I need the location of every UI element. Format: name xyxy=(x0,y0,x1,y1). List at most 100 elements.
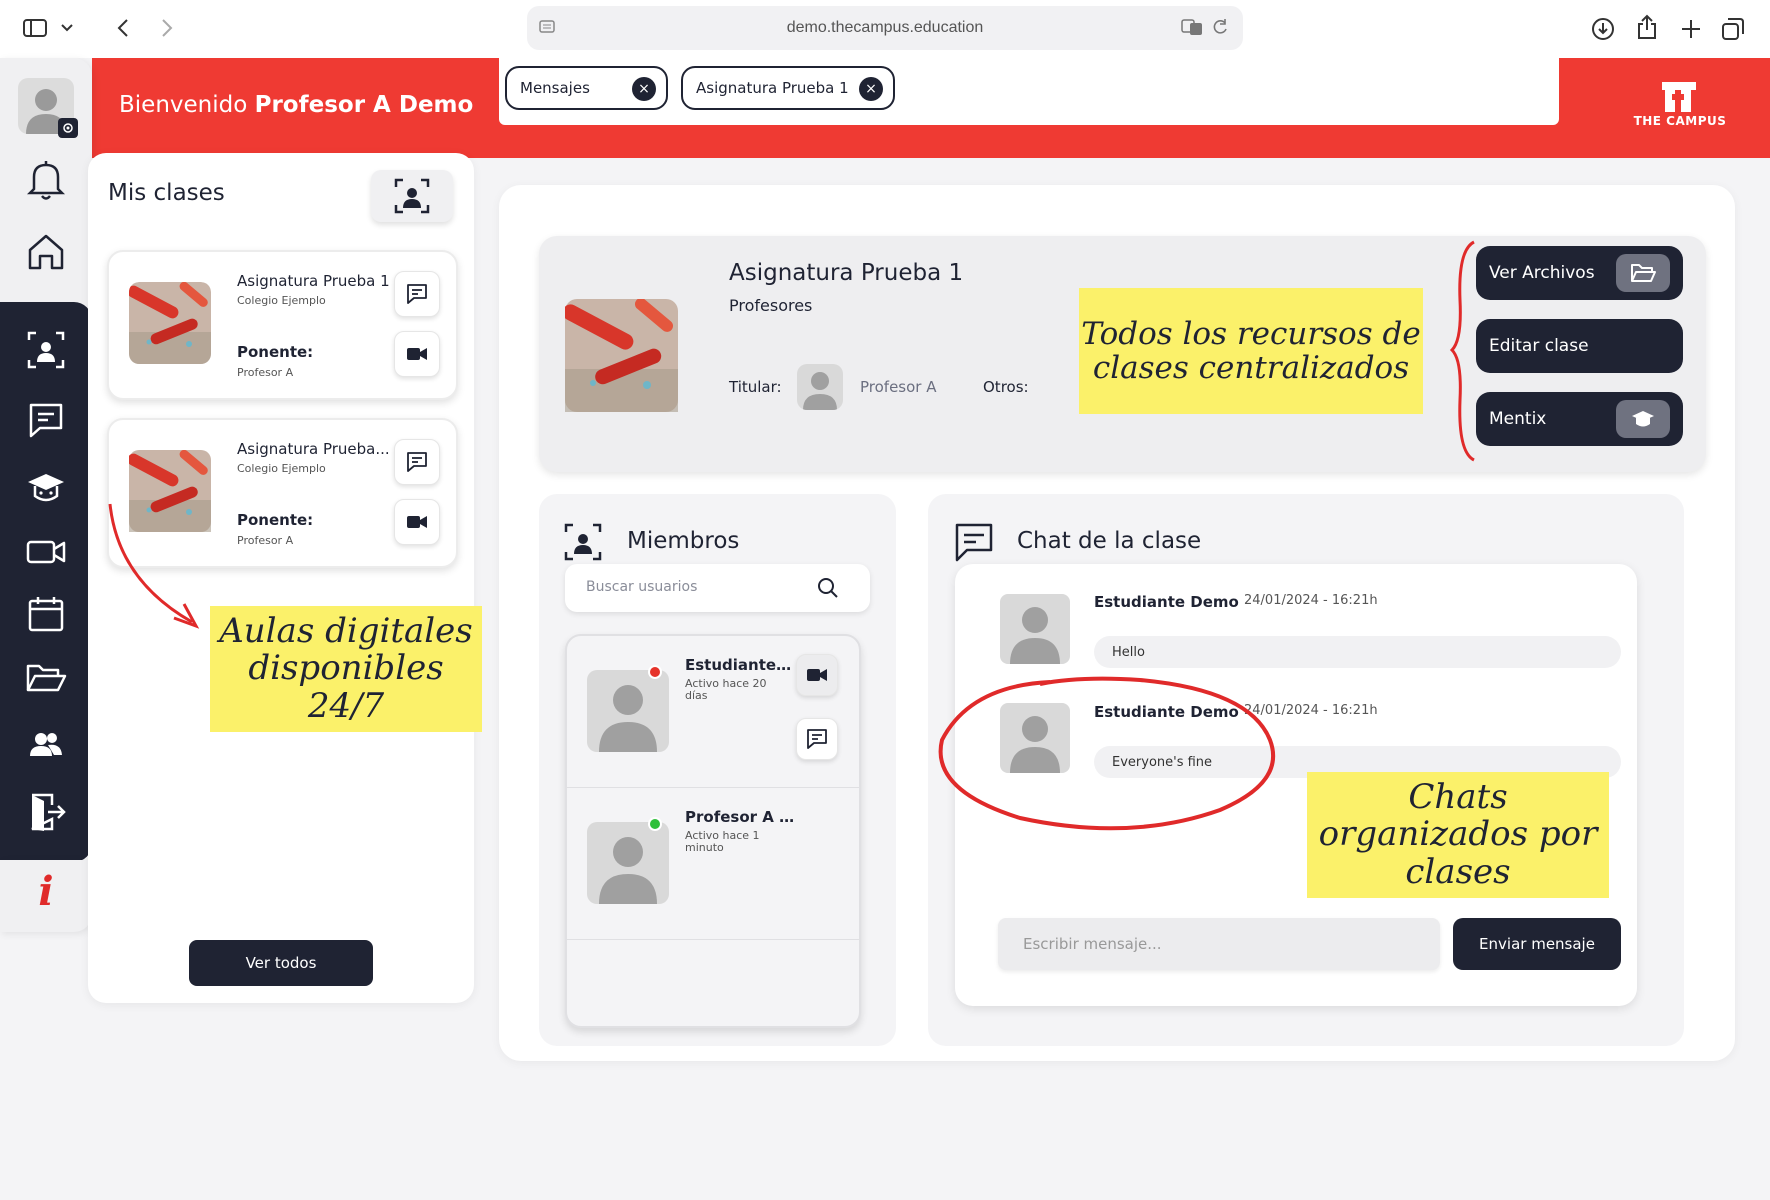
class-card[interactable]: Asignatura Prueba 1 Colegio Ejemplo Pone… xyxy=(107,250,458,400)
open-tabs-bar: Mensajes × Asignatura Prueba 1 × xyxy=(499,58,1559,125)
avatar xyxy=(587,670,669,752)
info-icon[interactable]: i xyxy=(30,868,62,916)
button-label: Mentix xyxy=(1489,409,1547,429)
video-icon xyxy=(406,346,428,362)
class-video-button[interactable] xyxy=(394,499,440,545)
group-icon[interactable] xyxy=(22,326,70,374)
send-message-button[interactable]: Enviar mensaje xyxy=(1453,918,1621,970)
back-icon[interactable] xyxy=(108,14,138,42)
ver-todos-button[interactable]: Ver todos xyxy=(189,940,373,986)
button-label: Editar clase xyxy=(1489,336,1589,356)
close-icon[interactable]: × xyxy=(632,77,656,101)
ver-archivos-button[interactable]: Ver Archivos xyxy=(1476,246,1683,300)
forward-icon[interactable] xyxy=(152,14,182,42)
group-icon xyxy=(563,522,603,562)
class-thumbnail xyxy=(129,282,211,364)
page-icon xyxy=(539,19,555,35)
group-view-button[interactable] xyxy=(371,170,453,222)
ponente-name: Profesor A xyxy=(237,534,294,547)
reload-icon[interactable] xyxy=(1211,18,1229,36)
tabs-overview-icon[interactable] xyxy=(1718,14,1748,44)
sticky-note-recursos: Todos los recursos de clases centralizad… xyxy=(1079,288,1423,414)
welcome-text: Bienvenido Profesor A Demo xyxy=(119,92,473,118)
chat-icon xyxy=(406,283,428,305)
search-input[interactable]: Buscar usuarios xyxy=(565,564,870,612)
message-input[interactable]: Escribir mensaje... xyxy=(998,918,1440,970)
users-icon[interactable] xyxy=(22,720,70,768)
note-text: Aulas digitales disponibles 24/7 xyxy=(219,610,473,726)
subject-title: Asignatura Prueba 1 xyxy=(729,260,964,286)
tab-mensajes[interactable]: Mensajes × xyxy=(505,66,668,110)
home-icon[interactable] xyxy=(22,228,70,276)
class-video-button[interactable] xyxy=(394,331,440,377)
graduation-cap-icon[interactable] xyxy=(22,464,70,512)
logout-icon[interactable] xyxy=(22,788,70,836)
list-item[interactable]: Estudiante D... Activo hace 20 días xyxy=(567,636,859,788)
tab-label: Asignatura Prueba 1 xyxy=(696,79,849,97)
search-placeholder: Buscar usuarios xyxy=(586,579,698,595)
browser-toolbar: demo.thecampus.education xyxy=(0,0,1770,58)
member-chat-button[interactable] xyxy=(796,718,838,760)
graduation-cap-icon xyxy=(1616,400,1670,438)
search-icon[interactable] xyxy=(816,576,840,600)
chat-icon xyxy=(806,728,828,750)
download-icon[interactable] xyxy=(1588,14,1618,44)
message-author: Estudiante Demo xyxy=(1094,593,1239,611)
members-title: Miembros xyxy=(627,528,740,554)
member-name: Profesor A D... xyxy=(685,808,795,826)
sticky-note-chats: Chats organizados por clases xyxy=(1307,772,1609,898)
otros-label: Otros: xyxy=(983,378,1029,396)
member-video-button[interactable] xyxy=(796,654,838,696)
offline-status-dot xyxy=(648,665,662,679)
chat-icon[interactable] xyxy=(22,396,70,444)
video-icon xyxy=(806,667,828,683)
sidebar-nav xyxy=(0,302,92,862)
logo-mark xyxy=(1620,80,1740,114)
tab-label: Mensajes xyxy=(520,79,590,97)
note-text: Chats organizados por clases xyxy=(1318,776,1598,892)
avatar xyxy=(1000,594,1070,664)
list-item[interactable]: Profesor A D... Activo hace 1 minuto xyxy=(567,788,859,940)
chat-title: Chat de la clase xyxy=(1017,528,1202,554)
annotation-arrow xyxy=(108,503,200,629)
welcome-prefix: Bienvenido xyxy=(119,92,248,118)
button-label: Ver Archivos xyxy=(1489,263,1595,283)
editar-clase-button[interactable]: Editar clase xyxy=(1476,319,1683,373)
folder-icon xyxy=(1616,254,1670,292)
message-bubble: Hello xyxy=(1094,636,1621,668)
class-school: Colegio Ejemplo xyxy=(237,462,326,475)
calendar-icon[interactable] xyxy=(22,590,70,638)
video-icon[interactable] xyxy=(22,528,70,576)
bell-icon[interactable] xyxy=(22,156,70,204)
ponente-name: Profesor A xyxy=(237,366,294,379)
sticky-note-aulas: Aulas digitales disponibles 24/7 xyxy=(210,606,482,732)
class-chat-button[interactable] xyxy=(394,439,440,485)
the-campus-logo[interactable]: THE CAMPUS xyxy=(1620,80,1740,140)
class-chat-button[interactable] xyxy=(394,271,440,317)
online-status-dot xyxy=(648,817,662,831)
logo-text: THE CAMPUS xyxy=(1633,114,1727,128)
welcome-name: Profesor A Demo xyxy=(254,92,474,118)
video-icon xyxy=(406,514,428,530)
sidebar-toggle-icon[interactable] xyxy=(20,14,80,42)
annotation-circle xyxy=(938,676,1276,831)
annotation-bracket xyxy=(1449,240,1475,462)
member-status: Activo hace 20 días xyxy=(685,677,767,702)
tab-asignatura[interactable]: Asignatura Prueba 1 × xyxy=(681,66,895,110)
member-status: Activo hace 1 minuto xyxy=(685,829,760,854)
folder-icon[interactable] xyxy=(22,654,70,702)
note-text: Todos los recursos de clases centralizad… xyxy=(1081,315,1421,386)
close-icon[interactable]: × xyxy=(859,77,883,101)
new-tab-icon[interactable] xyxy=(1676,14,1706,44)
class-name: Asignatura Prueba... xyxy=(237,440,390,458)
ponente-label: Ponente: xyxy=(237,511,314,529)
address-bar[interactable]: demo.thecampus.education xyxy=(527,6,1243,50)
gear-icon[interactable] xyxy=(58,118,78,138)
class-name: Asignatura Prueba 1 xyxy=(237,272,390,290)
class-school: Colegio Ejemplo xyxy=(237,294,326,307)
translate-icon[interactable] xyxy=(1181,18,1203,36)
message-time: 24/01/2024 - 16:21h xyxy=(1244,593,1378,608)
mentix-button[interactable]: Mentix xyxy=(1476,392,1683,446)
teacher-avatar xyxy=(797,364,843,410)
share-icon[interactable] xyxy=(1632,12,1662,42)
